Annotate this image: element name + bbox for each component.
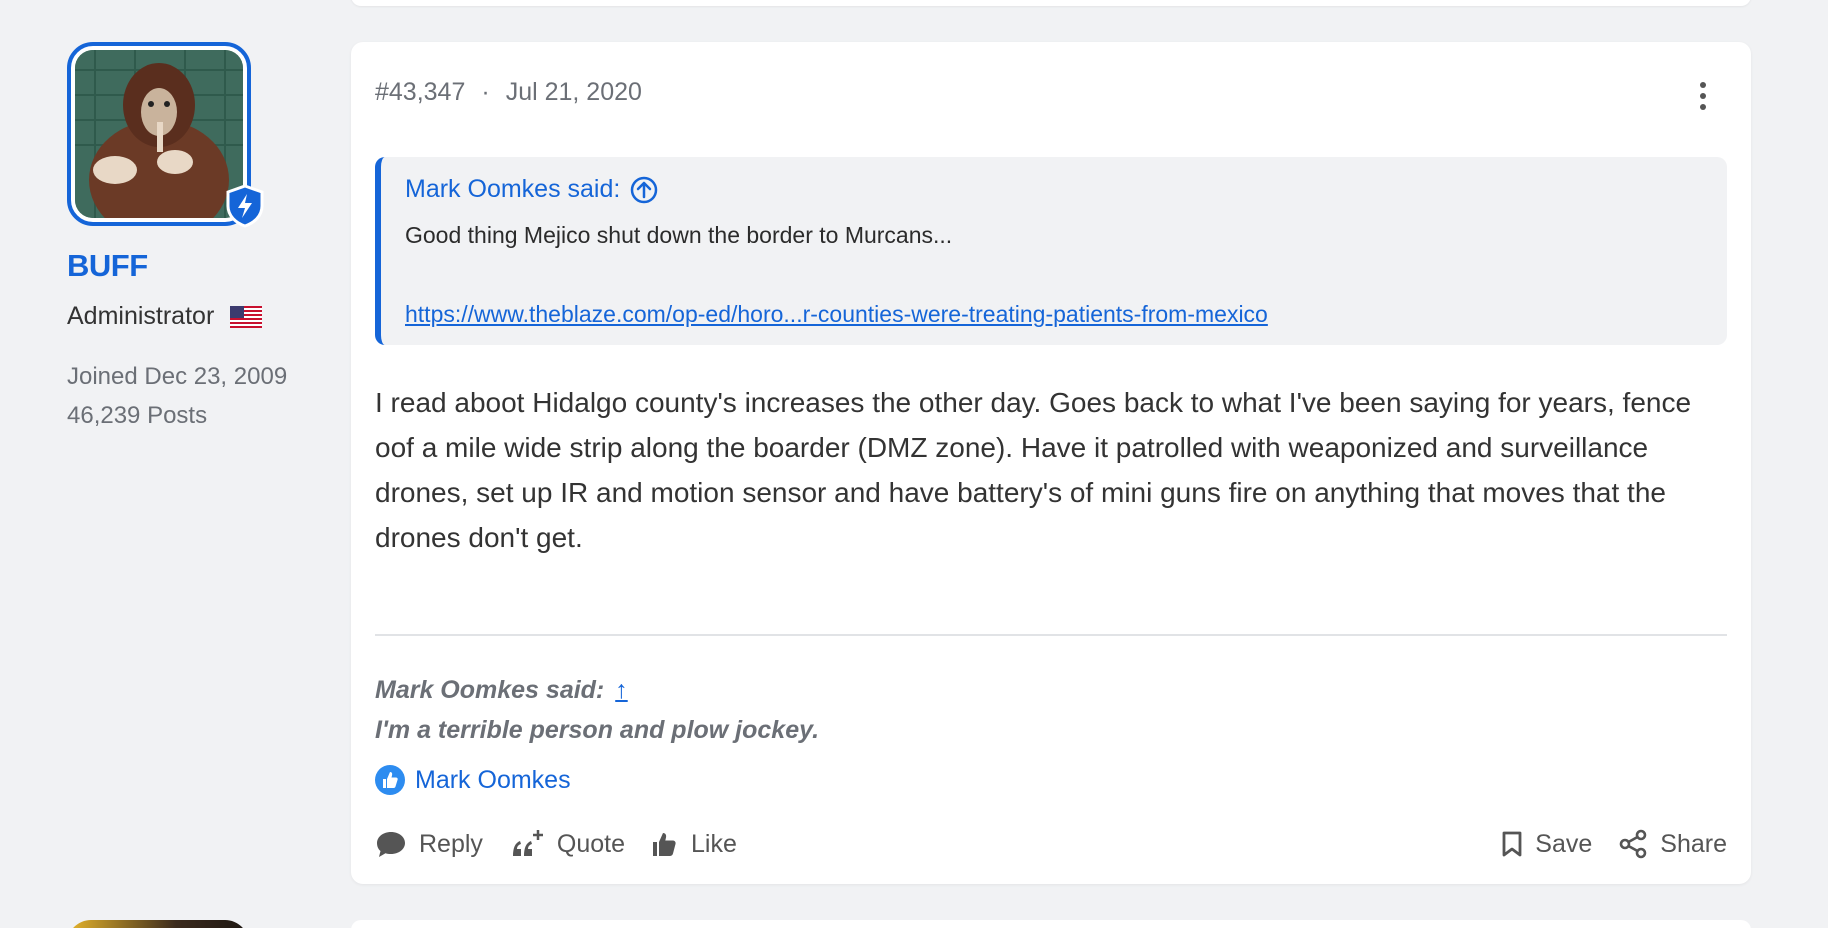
thumbs-up-icon [653,833,676,856]
quote-link[interactable]: https://www.theblaze.com/op-ed/horo...r-… [405,301,1703,328]
quote-block: Mark Oomkes said: Good thing Mejico shut… [375,157,1727,345]
post-actions: Reply Quote Like Save Share [375,820,1727,868]
post-body: I read aboot Hidalgo county's increases … [375,387,1692,553]
join-date: Joined Dec 23, 2009 [67,363,288,390]
thumbs-up-reaction-icon [375,765,405,795]
lightning-shield-icon [226,184,264,228]
speech-bubble-icon [377,832,405,857]
quote-plus-icon [512,830,543,856]
like-label: Like [691,829,737,858]
share-icon [1619,829,1647,859]
username[interactable]: BUFF [67,248,337,284]
quote-text: Good thing Mejico shut down the border t… [405,222,953,248]
more-options-icon[interactable] [1693,78,1713,114]
signature: Mark Oomkes said: ↑ I'm a terrible perso… [375,670,819,750]
header-separator: · [481,78,490,106]
next-post-card [351,920,1751,928]
save-label: Save [1535,829,1593,858]
post-date[interactable]: Jul 21, 2020 [506,78,642,107]
reaction-summary[interactable]: Mark Oomkes [375,765,571,795]
user-role: Administrator [67,302,215,330]
post-header: #43,347 · Jul 21, 2020 [375,78,642,107]
signature-text: I'm a terrible person and plow jockey. [375,716,820,744]
us-flag-icon [230,305,263,328]
save-button[interactable]: Save [1501,830,1592,859]
bookmark-icon [1502,831,1522,857]
reply-label: Reply [419,829,483,858]
signature-arrow-link[interactable]: ↑ [615,676,628,704]
reaction-user[interactable]: Mark Oomkes [415,766,571,795]
signature-author: Mark Oomkes said: [375,676,605,704]
post-author-panel: BUFF Administrator Joined Dec 23, 2009 4… [67,42,337,435]
share-label: Share [1660,829,1727,858]
like-button[interactable]: Like [651,830,737,859]
share-button[interactable]: Share [1618,829,1727,859]
next-post-avatar[interactable] [67,920,249,928]
post-card: #43,347 · Jul 21, 2020 Mark Oomkes said:… [351,42,1751,884]
avatar[interactable] [67,42,264,228]
quote-author[interactable]: Mark Oomkes said: [405,175,620,204]
jump-to-quote-icon[interactable] [630,176,658,204]
quote-button[interactable]: Quote [509,828,625,860]
reply-button[interactable]: Reply [375,829,483,859]
signature-divider [375,634,1727,636]
post-count: 46,239 Posts [67,402,208,429]
avatar-image [75,50,243,218]
post-number[interactable]: #43,347 [375,78,465,107]
previous-post-card [351,0,1751,6]
quote-label: Quote [556,829,626,858]
